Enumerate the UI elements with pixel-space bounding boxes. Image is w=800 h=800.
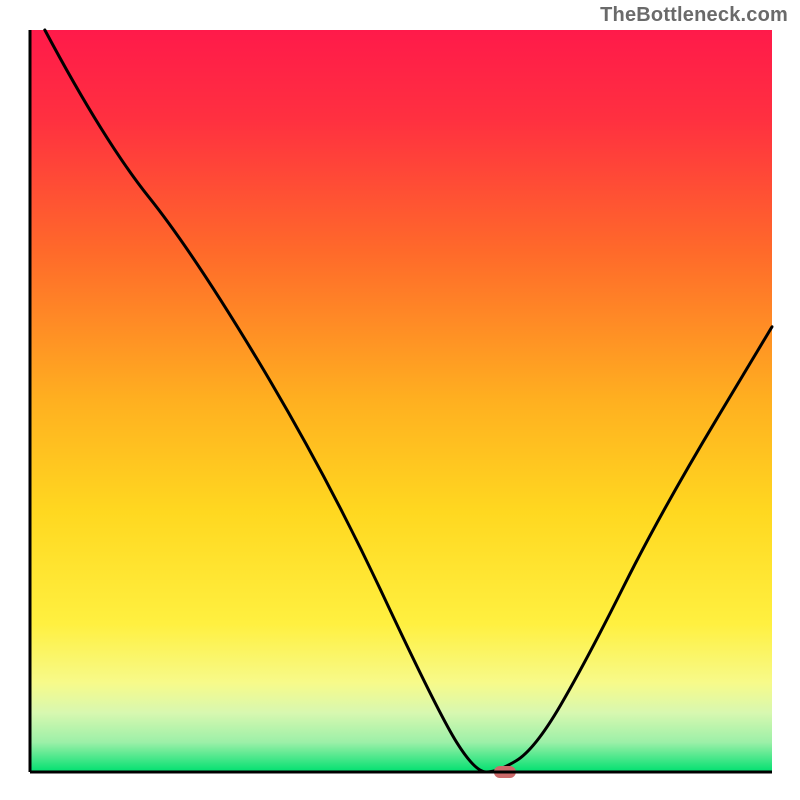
plot-background <box>30 30 772 772</box>
watermark-text: TheBottleneck.com <box>600 4 788 27</box>
chart-container: TheBottleneck.com <box>0 0 800 800</box>
bottleneck-chart <box>0 0 800 800</box>
